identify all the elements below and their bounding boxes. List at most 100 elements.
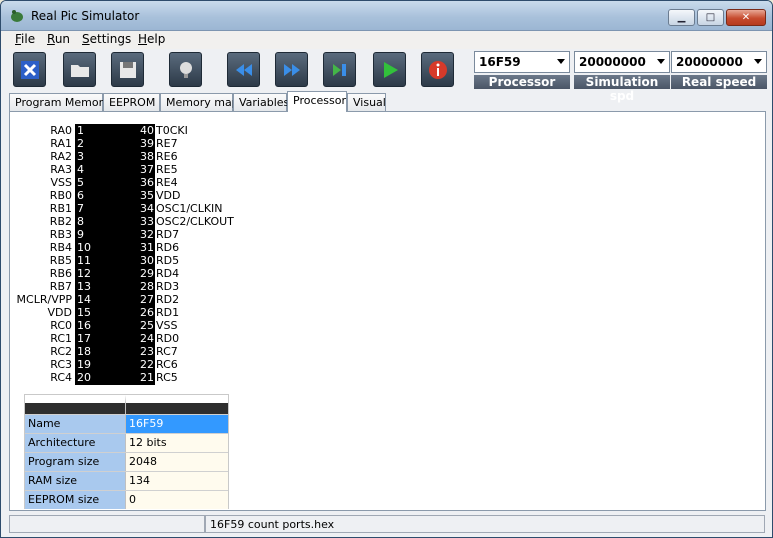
property-key: Name	[25, 415, 126, 433]
pin-number: 9	[77, 228, 84, 241]
pin-label: RD5	[156, 254, 180, 267]
tab-visual[interactable]: Visual	[347, 93, 386, 112]
pin-number: 5	[77, 176, 84, 189]
pin-number: 13	[77, 280, 91, 293]
property-row-eeprom-size[interactable]: EEPROM size 0	[25, 490, 228, 509]
pin-number: 1	[77, 124, 84, 137]
menu-bar: File Run Settings Help	[1, 31, 772, 49]
tab-variables[interactable]: Variables	[233, 93, 289, 112]
chevron-down-icon	[557, 59, 565, 64]
pin-label: RD7	[156, 228, 180, 241]
save-button[interactable]	[111, 52, 144, 87]
pin-number: 30	[140, 254, 154, 267]
property-value: 0	[126, 491, 228, 509]
tab-processor[interactable]: Processor	[287, 91, 347, 112]
property-value: 12 bits	[126, 434, 228, 452]
exit-button[interactable]	[13, 52, 46, 87]
pin-label: VSS	[156, 319, 178, 332]
property-row-ram-size[interactable]: RAM size 134	[25, 471, 228, 490]
pin-number: 21	[140, 371, 154, 384]
pin-label: VSS	[50, 176, 73, 189]
pin-number: 12	[77, 267, 91, 280]
pin-label: RB6	[49, 267, 72, 280]
close-button[interactable]: ✕	[726, 9, 766, 26]
pin-number: 27	[140, 293, 154, 306]
tab-memory-map[interactable]: Memory map	[160, 93, 239, 112]
pin-label: RE5	[156, 163, 178, 176]
pin-label: VDD	[156, 189, 181, 202]
pin-number: 2	[77, 137, 84, 150]
chevron-down-icon	[657, 59, 665, 64]
menu-file[interactable]: File	[15, 32, 35, 46]
real-speed-select[interactable]: 20000000	[671, 51, 767, 73]
pin-number: 24	[140, 332, 154, 345]
pin-number: 34	[140, 202, 154, 215]
property-value: 2048	[126, 453, 228, 471]
pin-number: 11	[77, 254, 91, 267]
pin-number: 20	[77, 371, 91, 384]
info-button[interactable]	[421, 52, 454, 87]
pin-label: RD1	[156, 306, 180, 319]
menu-settings[interactable]: Settings	[82, 32, 131, 46]
pin-label: RC5	[156, 371, 178, 384]
pin-label: RC0	[50, 319, 72, 332]
pin-label: RD6	[156, 241, 180, 254]
pin-number: 38	[140, 150, 154, 163]
pin-label: RA0	[50, 124, 72, 137]
pin-number: 7	[77, 202, 84, 215]
pin-label: RB3	[49, 228, 72, 241]
pin-label: RC6	[156, 358, 178, 371]
property-row-program-size[interactable]: Program size 2048	[25, 452, 228, 471]
rewind-button[interactable]	[227, 52, 260, 87]
status-bar: 16F59 count ports.hex	[1, 513, 772, 537]
property-row-name[interactable]: Name 16F59	[25, 414, 228, 433]
pin-number: 40	[140, 124, 154, 137]
info-icon	[428, 60, 447, 79]
pin-number: 29	[140, 267, 154, 280]
processor-select[interactable]: 16F59	[474, 51, 570, 73]
pin-label: RE4	[156, 176, 178, 189]
pin-number: 19	[77, 358, 91, 371]
lightbulb-button[interactable]	[169, 52, 202, 87]
pin-label: RC1	[50, 332, 72, 345]
pin-number: 39	[140, 137, 154, 150]
open-folder-icon	[70, 64, 89, 77]
tab-eeprom[interactable]: EEPROM	[103, 93, 160, 112]
minimize-button[interactable]: ▁	[668, 9, 695, 26]
simulation-speed-select[interactable]: 20000000	[574, 51, 670, 73]
processor-panel: RA0 1 RA1 2 RA2 3 RA3 4 VSS 5 RB0 6 RB1 7 RB2 8 RB3 9 RB4 1…	[9, 111, 766, 511]
pin-label: RE6	[156, 150, 178, 163]
chevron-down-icon	[754, 59, 762, 64]
pin-number: 16	[77, 319, 91, 332]
exit-icon	[20, 60, 39, 79]
fast-forward-icon	[283, 63, 300, 76]
pin-label: RC3	[50, 358, 72, 371]
play-button[interactable]	[373, 52, 406, 87]
pin-label: RA2	[50, 150, 72, 163]
status-pane-left	[9, 515, 205, 533]
pin-number: 6	[77, 189, 84, 202]
open-button[interactable]	[63, 52, 96, 87]
tab-program-memory[interactable]: Program Memory	[9, 93, 110, 112]
pin-number: 33	[140, 215, 154, 228]
pin-label: RE7	[156, 137, 178, 150]
menu-help[interactable]: Help	[138, 32, 165, 46]
title-bar[interactable]: Real Pic Simulator ▁ □ ✕	[1, 1, 772, 31]
step-button[interactable]	[323, 52, 356, 87]
maximize-button[interactable]: □	[697, 9, 724, 26]
property-key: Program size	[25, 453, 126, 471]
processor-properties-table: Name 16F59 Architecture 12 bits Program …	[24, 394, 229, 509]
pin-label: MCLR/VPP	[16, 293, 72, 306]
pin-number: 28	[140, 280, 154, 293]
menu-run[interactable]: Run	[47, 32, 70, 46]
pin-number: 8	[77, 215, 84, 228]
pin-label: RB4	[49, 241, 72, 254]
pin-number: 31	[140, 241, 154, 254]
fast-forward-button[interactable]	[275, 52, 308, 87]
property-key: EEPROM size	[25, 491, 126, 509]
pin-label: RB5	[49, 254, 72, 267]
property-row-architecture[interactable]: Architecture 12 bits	[25, 433, 228, 452]
processor-label: Processor	[474, 75, 570, 89]
pin-label: RA3	[50, 163, 72, 176]
window-title: Real Pic Simulator	[31, 9, 140, 23]
